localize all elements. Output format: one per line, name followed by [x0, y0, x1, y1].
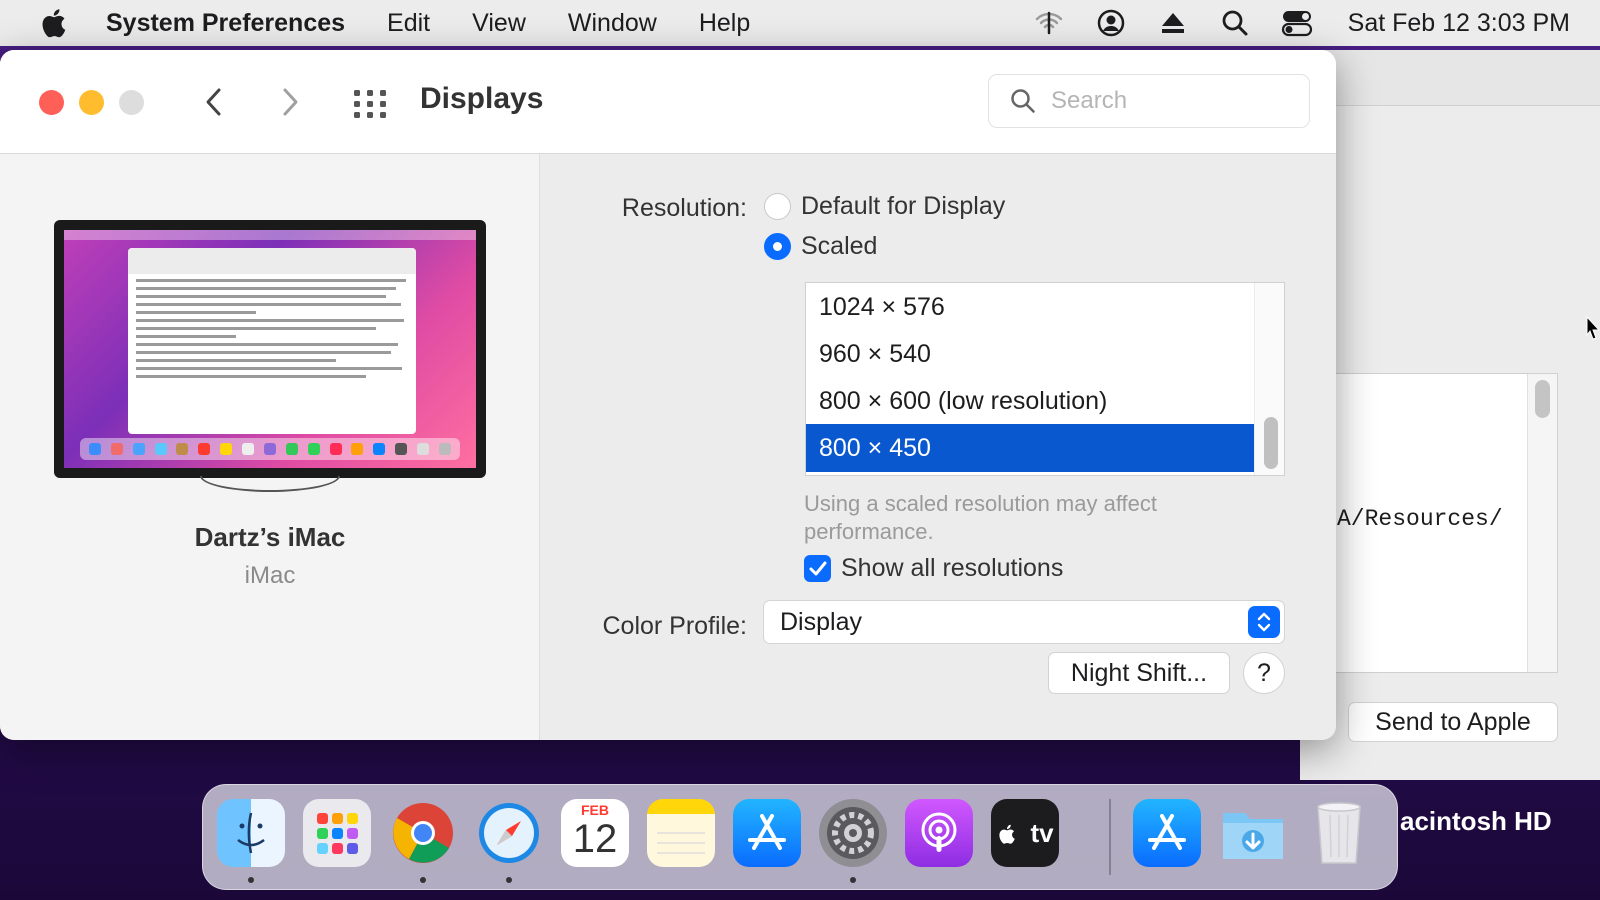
forward-chevron-icon[interactable] — [270, 82, 310, 122]
background-window[interactable]: A/Resources/ Send to Apple — [1300, 50, 1600, 780]
checkbox-checked[interactable] — [804, 555, 831, 582]
imac-document-thumbnail — [128, 248, 416, 434]
show-all-grid-icon[interactable] — [350, 84, 390, 124]
device-model: iMac — [244, 562, 296, 589]
imac-screen — [54, 220, 486, 478]
dock-separator — [1109, 799, 1111, 875]
radio-button-off[interactable] — [764, 193, 791, 220]
show-all-resolutions-label: Show all resolutions — [841, 554, 1064, 582]
display-preview-pane: Dartz’s iMac iMac — [0, 154, 540, 740]
help-button[interactable]: ? — [1243, 652, 1285, 694]
show-all-resolutions-checkbox-row[interactable]: Show all resolutions — [804, 554, 1063, 583]
dock: FEB 12 tv — [202, 784, 1398, 890]
menu-window[interactable]: Window — [568, 9, 657, 38]
zoom-button[interactable] — [119, 90, 144, 115]
displays-window: Displays Search Dartz’s iMac iMac Resolu… — [0, 50, 1336, 740]
resolution-label: Resolution: — [621, 194, 747, 222]
imac-stand — [200, 476, 340, 492]
radio-default-for-display[interactable]: Default for Display — [764, 192, 1005, 221]
window-content: Dartz’s iMac iMac Resolution: Default fo… — [0, 154, 1336, 740]
menu-bar: System Preferences Edit View Window Help… — [0, 0, 1600, 46]
background-scrollbar[interactable] — [1527, 374, 1557, 672]
calendar-icon[interactable]: FEB 12 — [561, 799, 629, 867]
night-shift-button[interactable]: Night Shift... — [1048, 652, 1230, 694]
apple-tv-label: tv — [1030, 817, 1054, 848]
up-down-chevron-icon[interactable] — [1248, 606, 1280, 638]
safari-icon[interactable] — [475, 799, 543, 867]
resolution-option[interactable]: 960 × 540 — [806, 330, 1254, 378]
search-field[interactable] — [988, 74, 1310, 128]
color-profile-popup[interactable]: Display — [763, 600, 1285, 644]
background-scroll-thumb[interactable] — [1535, 380, 1550, 418]
mouse-pointer-icon — [1586, 315, 1600, 349]
resources-path-text: A/Resources/ — [1337, 506, 1503, 532]
wifi-off-icon[interactable] — [1032, 6, 1066, 40]
close-button[interactable] — [39, 90, 64, 115]
system-preferences-icon[interactable] — [819, 799, 887, 867]
app-store-download-icon[interactable] — [1133, 799, 1201, 867]
launchpad-icon[interactable] — [303, 799, 371, 867]
running-indicator — [248, 877, 254, 883]
podcasts-icon[interactable] — [905, 799, 973, 867]
radio-button-on[interactable] — [764, 233, 791, 260]
window-toolbar: Displays — [0, 50, 1336, 154]
resolution-option[interactable]: 1024 × 576 — [806, 283, 1254, 331]
menu-edit[interactable]: Edit — [387, 9, 430, 38]
calendar-month: FEB — [581, 802, 609, 818]
eject-icon[interactable] — [1156, 6, 1190, 40]
window-title: Displays — [420, 82, 544, 115]
radio-scaled-label: Scaled — [801, 232, 878, 260]
resolution-scroll-thumb[interactable] — [1264, 417, 1278, 469]
user-account-icon[interactable] — [1094, 6, 1128, 40]
imac-wallpaper — [64, 230, 476, 468]
running-indicator — [506, 877, 512, 883]
search-input[interactable] — [1051, 87, 1301, 115]
radio-scaled[interactable]: Scaled — [764, 232, 877, 261]
menu-bar-clock[interactable]: Sat Feb 12 3:03 PM — [1348, 9, 1570, 38]
running-indicator — [850, 877, 856, 883]
scaled-resolution-note: Using a scaled resolution may affect per… — [804, 491, 1157, 544]
running-indicator — [420, 877, 426, 883]
resolution-list-scrollbar[interactable] — [1254, 283, 1284, 475]
menu-app-name[interactable]: System Preferences — [106, 9, 345, 38]
back-chevron-icon[interactable] — [194, 82, 234, 122]
desktop-disk-label[interactable]: acintosh HD — [1400, 806, 1552, 837]
radio-default-label: Default for Display — [801, 192, 1006, 220]
background-text-area[interactable]: A/Resources/ — [1300, 373, 1558, 673]
resolution-option-selected[interactable]: 800 × 450 — [806, 424, 1254, 472]
device-name: Dartz’s iMac — [194, 522, 346, 552]
color-profile-label: Color Profile: — [602, 612, 748, 640]
send-to-apple-button[interactable]: Send to Apple — [1348, 702, 1558, 742]
minimize-button[interactable] — [79, 90, 104, 115]
notes-icon[interactable] — [647, 799, 715, 867]
display-settings-pane: Resolution: Default for Display Scaled 1… — [541, 154, 1336, 740]
color-profile-value: Display — [780, 607, 862, 636]
search-icon — [1009, 87, 1037, 115]
apple-tv-icon[interactable]: tv — [991, 799, 1059, 867]
downloads-folder-icon[interactable] — [1219, 799, 1287, 867]
resolution-list[interactable]: 1024 × 576 960 × 540 800 × 600 (low reso… — [805, 282, 1285, 476]
menu-view[interactable]: View — [472, 9, 526, 38]
imac-dock-thumbnail — [80, 438, 460, 460]
apple-menu-icon[interactable] — [38, 8, 68, 38]
spotlight-search-icon[interactable] — [1218, 6, 1252, 40]
trash-icon[interactable] — [1305, 799, 1373, 867]
imac-preview-image — [54, 220, 486, 492]
chrome-icon[interactable] — [389, 799, 457, 867]
app-store-icon[interactable] — [733, 799, 801, 867]
finder-icon[interactable] — [217, 799, 285, 867]
calendar-day: 12 — [572, 817, 618, 861]
checkmark-icon — [809, 561, 826, 575]
menu-help[interactable]: Help — [699, 9, 750, 38]
resolution-option[interactable]: 800 × 600 (low resolution) — [806, 377, 1254, 425]
control-center-icon[interactable] — [1280, 6, 1314, 40]
background-window-toolbar — [1300, 50, 1600, 106]
